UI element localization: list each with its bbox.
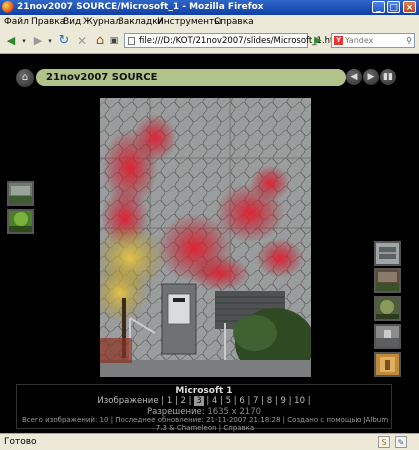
thumbnail-prev-2[interactable] [7, 209, 34, 234]
menu-edit[interactable]: Правка [31, 17, 65, 27]
thumbnail-art [376, 354, 399, 375]
minimize-button[interactable]: _ [372, 1, 385, 13]
menu-tools[interactable]: Инструменты [157, 17, 221, 27]
thumbnail-art [376, 298, 399, 319]
gallery-header: ⌂ 21nov2007 SOURCE ◀ ▶ ▮▮ [16, 68, 396, 88]
yandex-logo-icon: Y [334, 36, 343, 45]
back-icon[interactable]: ◀ [3, 33, 19, 49]
page-link-8[interactable]: 8 [267, 396, 272, 406]
previous-image-icon[interactable]: ◀ [346, 69, 362, 85]
navigation-toolbar: ◀ ▾ ▶ ▾ ↻ ✕ ⌂ ▣ file:///D:/KOT/21nov2007… [0, 29, 419, 54]
main-photo-art [100, 98, 311, 377]
thumbnail-next-1[interactable] [374, 241, 401, 266]
menu-view[interactable]: Вид [63, 17, 81, 27]
bookmark-status-icon[interactable]: ✎ [395, 436, 407, 448]
page-link-6[interactable]: 6 [239, 396, 244, 406]
thumbnail-prev-1[interactable] [7, 181, 34, 206]
image-info-panel: Microsoft 1 Изображение | 1 | 2 | 3 | 4 … [16, 384, 392, 432]
menu-bar: Файл Правка Вид Журнал Закладки Инструме… [0, 15, 419, 30]
close-button[interactable]: × [403, 1, 416, 13]
reload-icon[interactable]: ↻ [56, 33, 72, 49]
gallery-home-icon[interactable]: ⌂ [16, 69, 34, 87]
search-icon[interactable]: ⚲ [406, 36, 412, 45]
addon-icon[interactable]: S [378, 436, 390, 448]
firefox-icon [2, 1, 14, 13]
page-link-4[interactable]: 4 [212, 396, 217, 406]
page-link-2[interactable]: 2 [181, 396, 186, 406]
search-input[interactable] [345, 35, 403, 46]
main-photo[interactable] [100, 98, 311, 377]
home-icon[interactable]: ⌂ [92, 33, 108, 49]
page-link-9[interactable]: 9 [280, 396, 285, 406]
browser-window: 21nov2007 SOURCE/Microsoft_1 - Mozilla F… [0, 0, 419, 450]
page-info-icon[interactable]: ▣ [108, 33, 120, 49]
address-bar[interactable]: file:///D:/KOT/21nov2007/slides/Microsof… [124, 33, 344, 48]
thumbnail-next-5[interactable] [374, 352, 401, 377]
stop-icon[interactable]: ✕ [74, 33, 90, 49]
thumbnail-next-2[interactable] [374, 268, 401, 293]
page-link-7[interactable]: 7 [253, 396, 258, 406]
forward-dropdown-icon[interactable]: ▾ [46, 33, 54, 49]
gallery-footer: Всего изображений: 10 | Последнее обновл… [21, 416, 389, 432]
thumbnail-art [9, 183, 32, 204]
page-link-10[interactable]: 10 [294, 396, 305, 406]
page-icon [128, 37, 135, 45]
forward-icon[interactable]: ▶ [30, 33, 46, 49]
thumbnail-art [376, 270, 399, 291]
page-link-5[interactable]: 5 [226, 396, 231, 406]
maximize-button[interactable]: □ [387, 1, 400, 13]
menu-help[interactable]: Справка [214, 17, 254, 27]
search-box[interactable]: Y ⚲ [331, 33, 415, 48]
thumbnail-next-3[interactable] [374, 296, 401, 321]
next-image-icon[interactable]: ▶ [363, 69, 379, 85]
thumbnail-art [376, 243, 399, 264]
go-icon[interactable]: ▶ [311, 33, 325, 48]
image-caption: Microsoft 1 [175, 386, 233, 396]
gallery-page: ⌂ 21nov2007 SOURCE ◀ ▶ ▮▮ Microsoft 1 Из… [0, 54, 419, 433]
page-link-1[interactable]: 1 [167, 396, 172, 406]
thumbnail-art [9, 211, 32, 232]
status-bar: Готово S ✎ [0, 433, 419, 450]
page-navigation: Изображение | 1 | 2 | 3 | 4 | 5 | 6 | 7 … [97, 396, 311, 406]
slideshow-icon[interactable]: ▮▮ [380, 69, 396, 85]
status-text: Готово [4, 437, 37, 447]
menu-file[interactable]: Файл [4, 17, 29, 27]
back-dropdown-icon[interactable]: ▾ [20, 33, 28, 49]
title-bar: 21nov2007 SOURCE/Microsoft_1 - Mozilla F… [0, 0, 419, 15]
pages-label: Изображение [97, 396, 159, 406]
thumbnail-art [376, 326, 399, 347]
page-current: 3 [194, 396, 204, 406]
gallery-title: 21nov2007 SOURCE [36, 69, 346, 86]
window-title: 21nov2007 SOURCE/Microsoft_1 - Mozilla F… [17, 2, 264, 12]
thumbnail-next-4[interactable] [374, 324, 401, 349]
menu-history[interactable]: Журнал [83, 17, 121, 27]
